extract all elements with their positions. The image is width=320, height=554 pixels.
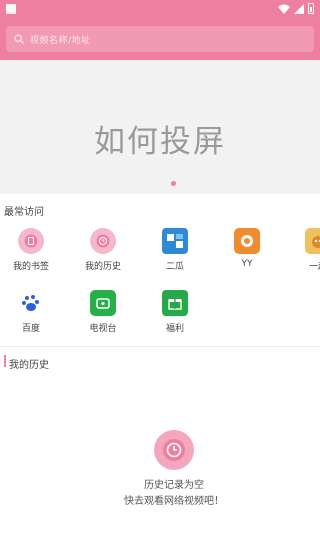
shortcut-bookmarks[interactable]: 我的书签: [9, 228, 53, 272]
gift-icon: [162, 290, 188, 316]
empty-history-hint: 快去观看网络视频吧！: [124, 496, 224, 507]
search-input[interactable]: 视频名称/地址: [6, 26, 314, 52]
history-section-title: 我的历史: [9, 360, 49, 371]
search-icon: [14, 34, 24, 44]
shortcut-tv[interactable]: 电视台: [81, 290, 125, 334]
shortcut-ergua[interactable]: 二瓜: [153, 228, 197, 272]
history-icon: [90, 228, 116, 254]
frequent-section-title: 最常访问: [4, 207, 44, 218]
shortcut-yy[interactable]: YY: [225, 228, 269, 269]
yiqi-icon: [305, 228, 320, 254]
battery-icon: [308, 3, 314, 14]
status-icons: [278, 3, 314, 14]
carousel-indicator: [171, 181, 176, 186]
tv-icon: [90, 290, 116, 316]
wifi-icon: [278, 4, 290, 14]
yy-icon: [234, 228, 260, 254]
history-title-accent: [4, 355, 6, 367]
empty-history-icon: [154, 430, 194, 470]
baidu-icon: [18, 290, 44, 316]
section-divider: [0, 346, 320, 347]
shortcut-history[interactable]: 我的历史: [81, 228, 125, 272]
bookmark-icon: [18, 228, 44, 254]
hero-title: 如何投屏: [94, 124, 226, 160]
search-placeholder: 视频名称/地址: [30, 35, 91, 46]
shortcut-yiqi[interactable]: 一起: [296, 228, 320, 272]
status-bar: [0, 0, 320, 18]
app-header: 视频名称/地址: [0, 18, 320, 60]
signal-icon: [294, 3, 304, 14]
shortcut-baidu[interactable]: 百度: [9, 290, 53, 334]
notification-icon: [6, 4, 16, 14]
empty-history-message: 历史记录为空: [144, 480, 204, 491]
shortcut-fuli[interactable]: 福利: [153, 290, 197, 334]
hero-banner[interactable]: 如何投屏: [0, 60, 320, 194]
erggua-icon: [162, 228, 188, 254]
